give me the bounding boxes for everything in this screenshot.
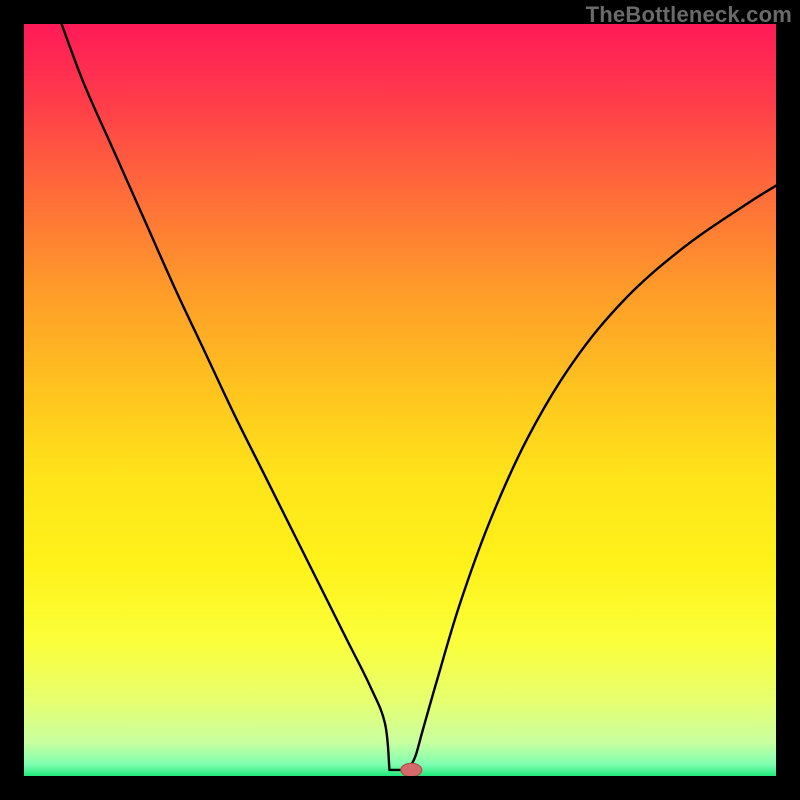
chart-frame: TheBottleneck.com [0, 0, 800, 800]
plot-area [24, 24, 776, 776]
gradient-background [24, 24, 776, 776]
watermark-text: TheBottleneck.com [586, 2, 792, 28]
optimum-marker [401, 763, 422, 776]
chart-svg [24, 24, 776, 776]
